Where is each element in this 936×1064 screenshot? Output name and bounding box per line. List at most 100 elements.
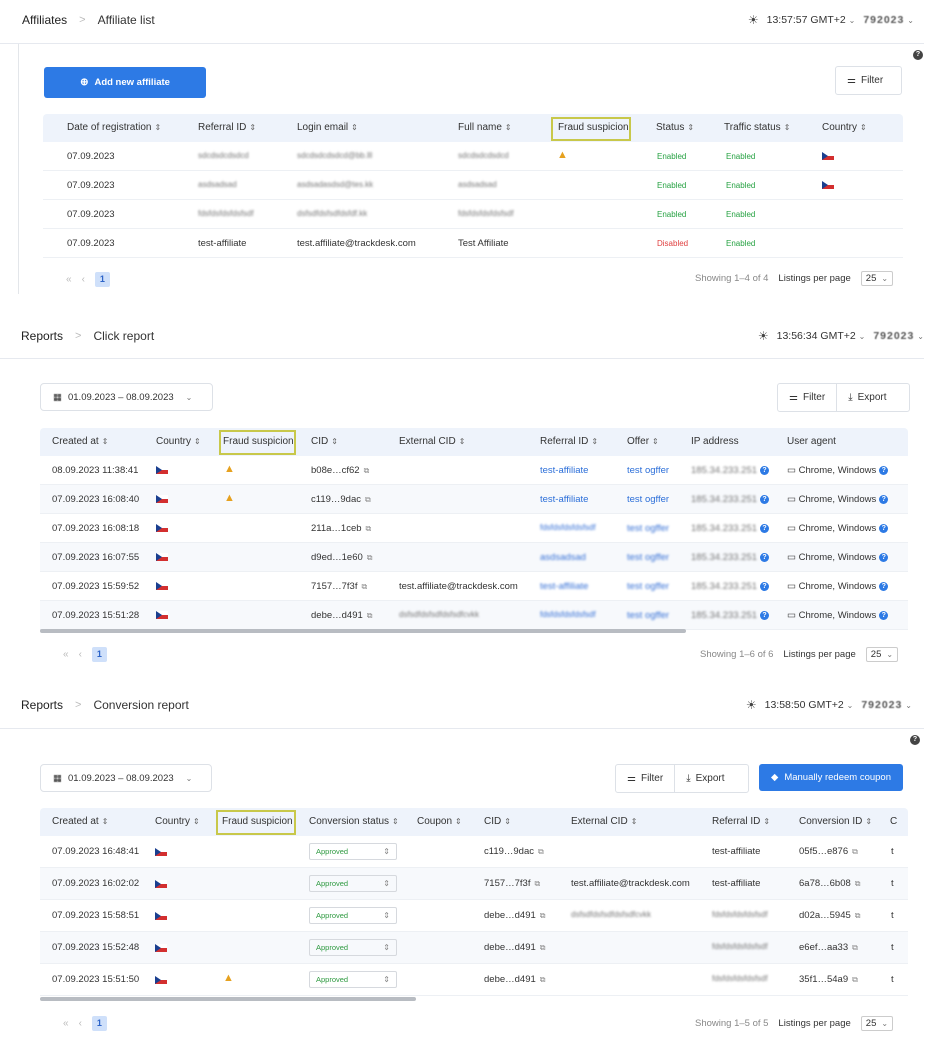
info-icon[interactable]: ? xyxy=(760,610,770,620)
copy-icon[interactable]: ⧉ xyxy=(855,879,861,888)
info-icon[interactable]: ? xyxy=(760,523,770,533)
workspace-selector[interactable]: 792023 ⌄ xyxy=(863,14,914,26)
copy-icon[interactable]: ⧉ xyxy=(538,847,544,856)
col-coupon[interactable]: Coupon ⇕ xyxy=(417,808,462,836)
col-external-cid[interactable]: External CID ⇕ xyxy=(571,808,637,836)
col-cid[interactable]: CID ⇕ xyxy=(311,428,338,456)
help-icon[interactable]: ? xyxy=(910,735,920,745)
date-range-picker[interactable]: ▦ 01.09.2023 – 08.09.2023 ⌄ xyxy=(40,764,212,792)
export-button[interactable]: ⤓ Export xyxy=(674,765,735,792)
table-row[interactable]: 07.09.2023 15:58:51 Approved ⇕ debe…d491 ⧉… xyxy=(40,900,908,932)
prev-page-icon[interactable]: ‹ xyxy=(79,649,82,660)
info-icon[interactable]: ? xyxy=(760,494,770,504)
first-page-icon[interactable]: « xyxy=(63,1018,69,1029)
theme-toggle-icon[interactable]: ☀ xyxy=(748,13,759,27)
table-row[interactable]: 07.09.2023 15:51:50 ▲ Approved ⇕ debe…d49… xyxy=(40,964,908,996)
info-icon[interactable]: ? xyxy=(760,465,770,475)
date-range-picker[interactable]: ▦ 01.09.2023 – 08.09.2023 ⌄ xyxy=(40,383,213,411)
copy-icon[interactable]: ⧉ xyxy=(365,495,371,504)
col-referral-id[interactable]: Referral ID ⇕ xyxy=(198,114,256,142)
copy-icon[interactable]: ⧉ xyxy=(534,879,540,888)
col-country[interactable]: Country ⇕ xyxy=(822,114,867,142)
breadcrumb-section[interactable]: Affiliates xyxy=(22,13,67,27)
copy-icon[interactable]: ⧉ xyxy=(852,847,858,856)
copy-icon[interactable]: ⧉ xyxy=(364,466,370,475)
info-icon[interactable]: ? xyxy=(879,523,889,533)
status-select[interactable]: Approved ⇕ xyxy=(309,971,397,988)
col-external-cid[interactable]: External CID ⇕ xyxy=(399,428,465,456)
col-created-at[interactable]: Created at ⇕ xyxy=(52,808,108,836)
status-select[interactable]: Approved ⇕ xyxy=(309,939,397,956)
prev-page-icon[interactable]: ‹ xyxy=(82,274,85,285)
col-country[interactable]: Country ⇕ xyxy=(155,808,200,836)
breadcrumb-section[interactable]: Reports xyxy=(21,329,63,343)
filter-button[interactable]: ⚌ Filter xyxy=(616,765,674,792)
filter-button[interactable]: ⚌ Filter xyxy=(835,66,902,95)
table-row[interactable]: 07.09.2023 15:51:28 debe…d491 ⧉ dsfsdfdsf… xyxy=(40,601,908,630)
cell-offer[interactable]: test ogffer xyxy=(627,465,669,476)
theme-toggle-icon[interactable]: ☀ xyxy=(758,329,769,343)
first-page-icon[interactable]: « xyxy=(66,274,72,285)
col-status[interactable]: Status ⇕ xyxy=(656,114,694,142)
info-icon[interactable]: ? xyxy=(760,552,770,562)
export-button[interactable]: ⤓ Export xyxy=(836,384,897,411)
add-affiliate-button[interactable]: ⊕ Add new affiliate xyxy=(44,67,206,98)
table-row[interactable]: 07.09.2023 fdsfdsfdsfdsfsdf dsfsdfdsfsdf… xyxy=(43,200,903,229)
table-row[interactable]: 07.09.2023 sdcdsdcdsdcd sdcdsdcdsdcd@bb.… xyxy=(43,142,903,171)
col-offer[interactable]: Offer ⇕ xyxy=(627,428,659,456)
table-row[interactable]: 07.09.2023 test-affiliate test.affiliate… xyxy=(43,229,903,258)
cell-referral[interactable]: test-affiliate xyxy=(540,581,588,592)
col-login-email[interactable]: Login email ⇕ xyxy=(297,114,358,142)
horizontal-scrollbar[interactable] xyxy=(40,629,686,633)
clock[interactable]: 13:58:50 GMT+2 ⌄ xyxy=(765,699,854,711)
workspace-selector[interactable]: 792023 ⌄ xyxy=(873,330,924,342)
cell-offer[interactable]: test ogffer xyxy=(627,494,669,505)
col-conversion-id[interactable]: Conversion ID ⇕ xyxy=(799,808,872,836)
info-icon[interactable]: ? xyxy=(879,581,889,591)
table-row[interactable]: 07.09.2023 16:07:55 d9ed…1e60 ⧉ asdsadsad… xyxy=(40,543,908,572)
cell-offer[interactable]: test ogffer xyxy=(627,523,669,534)
cell-referral[interactable]: fdsfdsfdsfdsfsdf xyxy=(540,523,596,532)
cell-offer[interactable]: test ogffer xyxy=(627,610,669,621)
copy-icon[interactable]: ⧉ xyxy=(852,975,858,984)
col-full-name[interactable]: Full name ⇕ xyxy=(458,114,512,142)
cell-referral[interactable]: fdsfdsfdsfdsfsdf xyxy=(540,610,596,619)
redeem-coupon-button[interactable]: ◆ Manually redeem coupon xyxy=(759,764,903,791)
per-page-select[interactable]: 25 ⌄ xyxy=(865,647,899,662)
copy-icon[interactable]: ⧉ xyxy=(540,911,546,920)
cell-offer[interactable]: test ogffer xyxy=(627,581,669,592)
cell-referral[interactable]: test-affiliate xyxy=(540,465,588,476)
page-number[interactable]: 1 xyxy=(91,647,107,662)
table-row[interactable]: 08.09.2023 11:38:41 ▲ b08e…cf62 ⧉ test-af… xyxy=(40,456,908,485)
page-number[interactable]: 1 xyxy=(91,1016,107,1031)
col-user-agent[interactable]: User agent xyxy=(787,428,836,456)
page-number[interactable]: 1 xyxy=(94,272,110,287)
status-select[interactable]: Approved ⇕ xyxy=(309,843,397,860)
filter-button[interactable]: ⚌ Filter xyxy=(778,384,836,411)
copy-icon[interactable]: ⧉ xyxy=(367,611,373,620)
first-page-icon[interactable]: « xyxy=(63,649,69,660)
info-icon[interactable]: ? xyxy=(879,610,889,620)
info-icon[interactable]: ? xyxy=(879,465,889,475)
col-ip-address[interactable]: IP address xyxy=(691,428,739,456)
col-country[interactable]: Country ⇕ xyxy=(156,428,201,456)
copy-icon[interactable]: ⧉ xyxy=(361,582,367,591)
table-row[interactable]: 07.09.2023 16:08:40 ▲ c119…9dac ⧉ test-af… xyxy=(40,485,908,514)
copy-icon[interactable]: ⧉ xyxy=(366,524,372,533)
cell-referral[interactable]: asdsadsad xyxy=(540,552,586,563)
table-row[interactable]: 07.09.2023 16:48:41 Approved ⇕ c119…9dac ⧉… xyxy=(40,836,908,868)
col-referral-id[interactable]: Referral ID ⇕ xyxy=(540,428,598,456)
per-page-select[interactable]: 25 ⌄ xyxy=(860,1016,894,1031)
col-date-registration[interactable]: Date of registration ⇕ xyxy=(67,114,161,142)
table-row[interactable]: 07.09.2023 15:52:48 Approved ⇕ debe…d491 ⧉… xyxy=(40,932,908,964)
copy-icon[interactable]: ⧉ xyxy=(540,943,546,952)
workspace-selector[interactable]: 792023 ⌄ xyxy=(861,699,912,711)
status-select[interactable]: Approved ⇕ xyxy=(309,907,397,924)
table-row[interactable]: 07.09.2023 asdsadsad asdsadasdsd@tes.kk … xyxy=(43,171,903,200)
info-icon[interactable]: ? xyxy=(879,552,889,562)
col-created-at[interactable]: Created at ⇕ xyxy=(52,428,108,456)
breadcrumb-section[interactable]: Reports xyxy=(21,698,63,712)
copy-icon[interactable]: ⧉ xyxy=(855,911,861,920)
clock[interactable]: 13:57:57 GMT+2 ⌄ xyxy=(767,14,856,26)
per-page-select[interactable]: 25 ⌄ xyxy=(860,271,894,286)
